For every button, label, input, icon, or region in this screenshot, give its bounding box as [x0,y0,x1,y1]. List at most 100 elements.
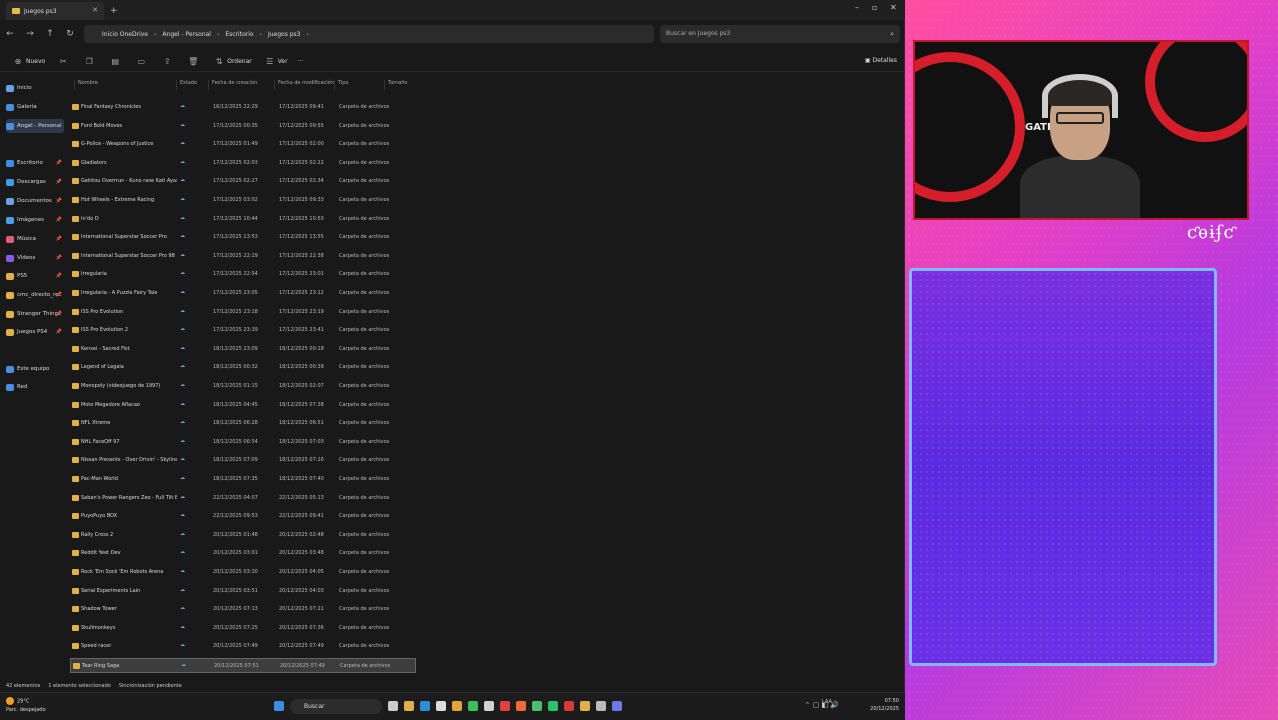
play-icon[interactable] [548,701,558,711]
sidebar-item-documentos[interactable]: Documentos 📌 [6,194,64,208]
language-indicator[interactable]: LAA [822,699,832,705]
table-row[interactable]: Serial Experiments Lain ☁ 20/12/2025 03:51… [70,584,416,599]
sidebar-item-inicio[interactable]: Inicio [6,81,64,95]
sidebar-item-musica[interactable]: Música 📌 [6,232,64,246]
column-type[interactable]: Tipo [334,80,349,90]
sidebar-item-personal[interactable]: Angel - Personal [6,119,64,133]
breadcrumb-juegos-ps3[interactable]: Juegos ps3 [268,31,301,38]
minimize-icon[interactable]: – [855,3,859,12]
tool-icon[interactable] [596,701,606,711]
xbox-icon[interactable] [468,701,478,711]
table-row[interactable]: Final Fantasy Chronicles ☁ 16/12/2025 22:2… [70,100,416,115]
sidebar-item-stranger-things[interactable]: Stranger Things 📌 [6,307,64,321]
copy-button[interactable]: ❐ [81,57,97,66]
breadcrumb-onedrive[interactable]: Inicio OneDrive [102,31,148,38]
table-row[interactable]: International Superstar Soccer Pro ☁ 17/12… [70,230,416,245]
back-icon[interactable]: ← [0,29,20,39]
table-row[interactable]: Skullmonkeys ☁ 20/12/2025 07:25 20/12/2025 … [70,621,416,636]
sidebar-item-cmc-directo[interactable]: cmc_directo_rec 📌 [6,288,64,302]
chrome-icon[interactable] [452,701,462,711]
table-row[interactable]: Moto Megadore Aflacao ☁ 18/12/2025 04:45 18… [70,398,416,413]
close-tab-icon[interactable]: ✕ [92,6,98,14]
refresh-icon[interactable]: ↻ [60,29,80,39]
breadcrumb-personal[interactable]: Angel - Personal [162,31,211,38]
table-row[interactable]: Kensei - Sacred Fist ☁ 18/12/2025 23:09 18/… [70,342,416,357]
explorer-tab[interactable]: Juegos ps3 ✕ [6,2,104,20]
new-tab-icon[interactable]: + [110,6,118,16]
column-name[interactable]: Nombre [74,80,98,90]
table-row[interactable]: Monopoly (videojuego de 1997) ☁ 18/12/2025… [70,379,416,394]
table-row[interactable]: Legend of Legaia ☁ 18/12/2025 00:32 18/12/2… [70,360,416,375]
more-button[interactable]: ··· [298,58,304,65]
new-button[interactable]: ⊕ Nuevo [10,57,46,66]
table-row[interactable]: Irregularia ☁ 17/12/2025 22:54 17/12/2025 2… [70,267,416,282]
details-button[interactable]: ▣ Detalles [865,57,897,64]
notepad-icon[interactable] [436,701,446,711]
app-icon[interactable] [484,701,494,711]
table-row[interactable]: Speed racer ☁ 20/12/2025 07:49 20/12/2025 0… [70,639,416,654]
table-row[interactable]: Rock 'Em Sock 'Em Robots Arena ☁ 20/12/202… [70,565,416,580]
folder-app-icon[interactable] [580,701,590,711]
table-row[interactable]: ISS Pro Evolution ☁ 17/12/2025 23:18 17/12/… [70,305,416,320]
sidebar-item-descargas[interactable]: Descargas 📌 [6,175,64,189]
table-row[interactable]: G-Police - Weapons of Justice ☁ 17/12/2025… [70,137,416,152]
table-row[interactable]: NFL Xtreme ☁ 18/12/2025 06:28 18/12/2025 06… [70,416,416,431]
search-icon[interactable]: ⌕ [890,25,894,43]
sidebar-item-galeria[interactable]: Galería [6,100,64,114]
table-row[interactable]: Gladiators ☁ 17/12/2025 02:03 17/12/2025 02… [70,156,416,171]
media-icon[interactable] [500,701,510,711]
column-status[interactable]: Estado [176,80,197,90]
column-size[interactable]: Tamaño [384,80,407,90]
cut-button[interactable]: ✂ [55,57,71,66]
table-row[interactable]: NHL FaceOff 97 ☁ 18/12/2025 06:54 18/12/202… [70,435,416,450]
table-row[interactable]: Reddit Yeet Dev ☁ 20/12/2025 03:01 20/12/20… [70,546,416,561]
windows-start-icon[interactable] [274,701,284,711]
table-row[interactable]: International Superstar Soccer Pro 98 ☁ 17… [70,249,416,264]
up-icon[interactable]: ↑ [40,29,60,39]
view-button[interactable]: ☰ Ver [262,57,287,66]
sort-button[interactable]: ⇅ Ordenar [211,57,252,66]
maximize-icon[interactable]: ▫ [872,3,877,12]
close-window-icon[interactable]: ✕ [890,3,897,12]
game-icon[interactable] [532,701,542,711]
weather-widget[interactable]: 29°C Parc. despejado [6,697,46,714]
table-row[interactable]: In'do D ☁ 17/12/2025 10:44 17/12/2025 10:50… [70,212,416,227]
breadcrumb-escritorio[interactable]: Escritorio [225,31,253,38]
system-tray[interactable]: ⌃ ▢ ◧ 🔊 07:50 20/12/2025 [805,697,899,713]
table-row[interactable]: Tear Ring Saga ☁ 20/12/2025 07:51 20/12/202… [70,658,416,673]
sidebar-item-imagenes[interactable]: Imágenes 📌 [6,213,64,227]
address-bar[interactable]: Inicio OneDrive › Angel - Personal › Escri… [84,25,654,43]
sidebar-item-este-equipo[interactable]: Este equipo [6,362,64,376]
share-button[interactable]: ⇪ [159,57,175,66]
delete-button[interactable]: 🗑 [185,57,201,66]
sidebar-item-juegos-ps4[interactable]: Juegos PS4 📌 [6,325,64,339]
table-row[interactable]: Ford Bold Moves ☁ 17/12/2025 00:35 17/12/20… [70,119,416,134]
file-explorer-icon[interactable] [404,701,414,711]
sidebar-item-escritorio[interactable]: Escritorio 📌 [6,156,64,170]
table-row[interactable]: Irregularia - A Puzzle Fairy Tale ☁ 17/12/… [70,286,416,301]
edge-icon[interactable] [420,701,430,711]
paste-button[interactable]: ▤ [107,57,123,66]
taskbar-search[interactable]: Buscar [290,699,382,714]
forward-icon[interactable]: → [20,29,40,39]
table-row[interactable]: Saban's Power Rangers Zeo - Full Tilt Ba… [70,491,416,506]
sidebar-item-red[interactable]: Red [6,380,64,394]
column-modified[interactable]: Fecha de modificación [274,80,334,90]
table-row[interactable]: Nissan Presents - Over Drivin' - Skyline… [70,453,416,468]
sidebar-item-ps5[interactable]: PS5 📌 [6,269,64,283]
breadcrumb-chevron-icon[interactable]: › [307,31,309,38]
task-view-icon[interactable] [388,701,398,711]
search-input[interactable]: Buscar en Juegos ps3 ⌕ [660,25,900,43]
table-row[interactable]: Gekitou Overrrun - Kuno rase Kati Ayashi… [70,174,416,189]
rename-button[interactable]: ▭ [133,57,149,66]
column-created[interactable]: Fecha de creación [208,80,257,90]
table-row[interactable]: Hot Wheels - Extreme Racing ☁ 17/12/2025 0… [70,193,416,208]
table-row[interactable]: ISS Pro Evolution 2 ☁ 17/12/2025 23:39 17/1… [70,323,416,338]
obs-icon[interactable] [516,701,526,711]
record-icon[interactable] [564,701,574,711]
table-row[interactable]: Shadow Tower ☁ 20/12/2025 07:13 20/12/2025 … [70,602,416,617]
table-row[interactable]: Pac-Man World ☁ 18/12/2025 07:35 18/12/2025… [70,472,416,487]
discord-icon[interactable] [612,701,622,711]
table-row[interactable]: PuyoPuyo BOX ☁ 22/12/2025 09:53 22/12/2025 … [70,509,416,524]
sidebar-item-videos[interactable]: Vídeos 📌 [6,251,64,265]
